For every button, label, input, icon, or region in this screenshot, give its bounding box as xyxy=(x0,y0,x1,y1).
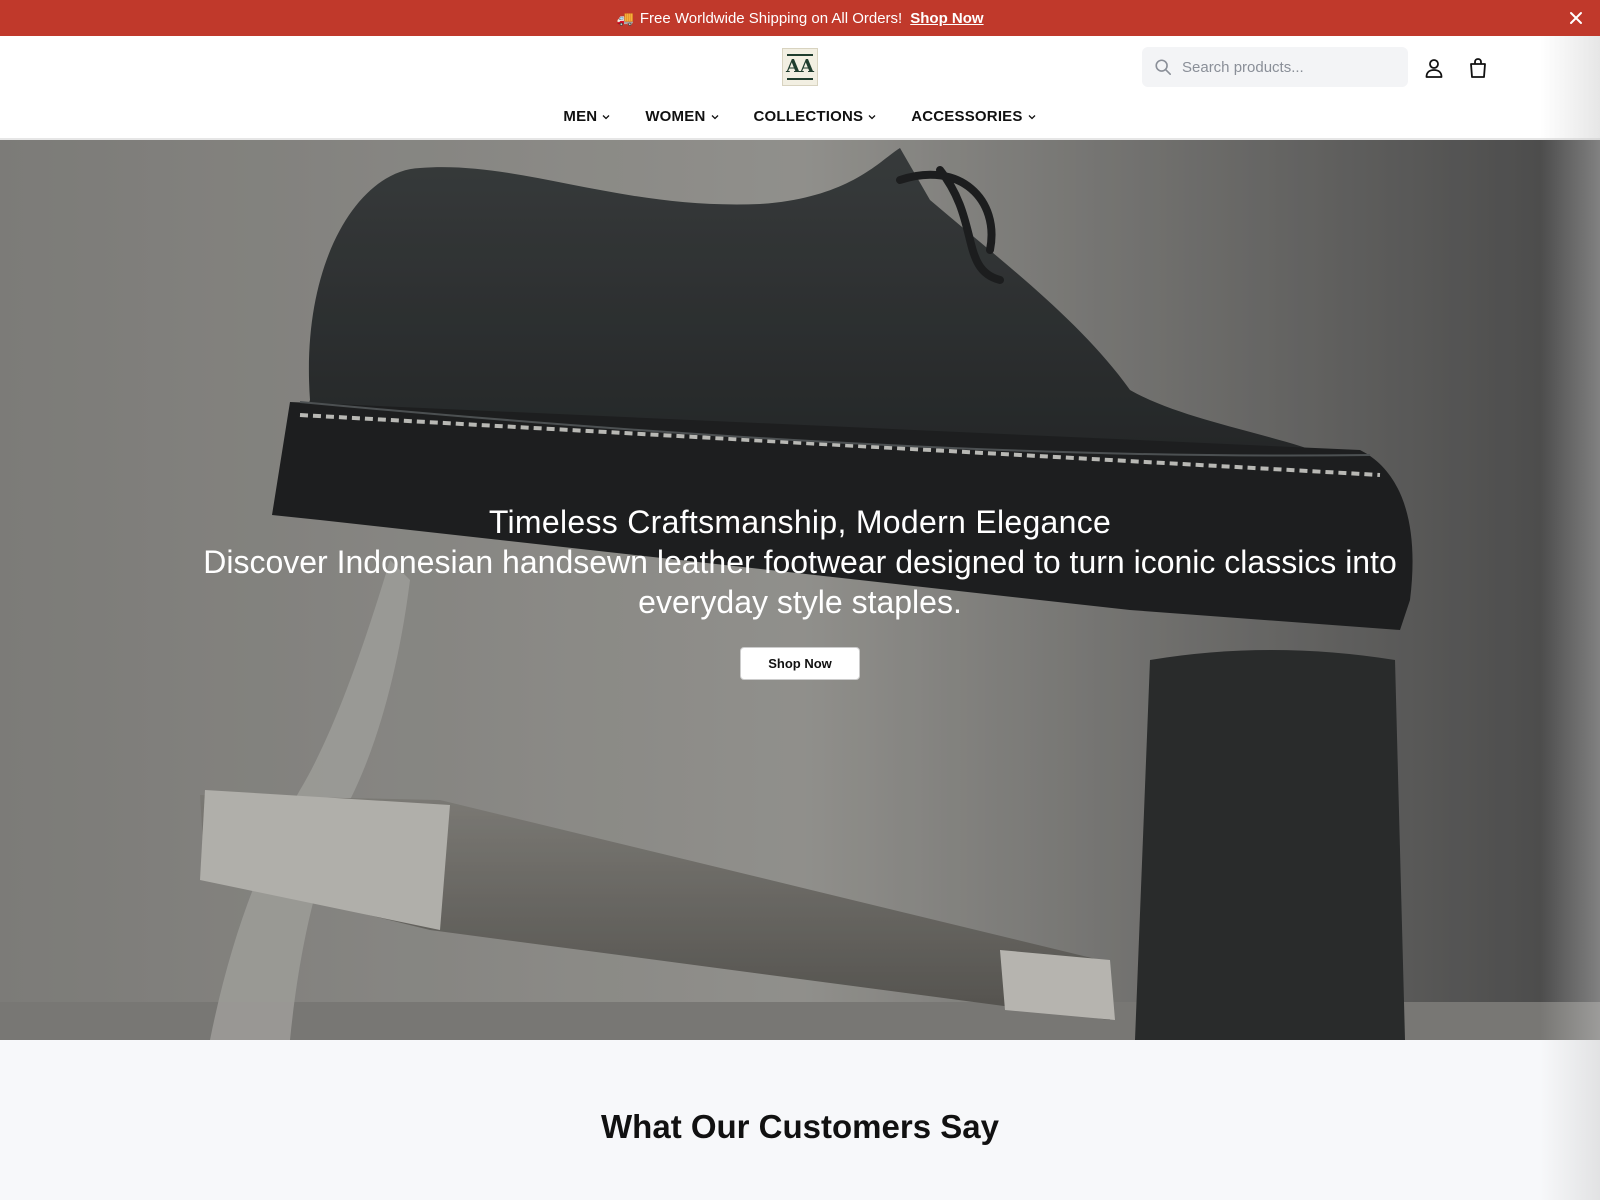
chevron-down-icon xyxy=(868,114,876,119)
main-navigation: MEN WOMEN COLLECTIONS ACCESSORIES xyxy=(0,108,1600,125)
logo-rule-bottom xyxy=(787,78,813,80)
hero-subtitle: Discover Indonesian handsewn leather foo… xyxy=(203,544,1397,620)
testimonials-heading: What Our Customers Say xyxy=(601,1108,999,1145)
hero-title: Timeless Craftsmanship, Modern Elegance xyxy=(488,504,1112,540)
announcement-text: Free Worldwide Shipping on All Orders! xyxy=(639,9,903,27)
search-bar[interactable] xyxy=(1142,47,1408,87)
nav-item-label: COLLECTIONS xyxy=(753,108,864,125)
testimonials-section: What Our Customers Say xyxy=(0,1040,1600,1200)
nav-item-men[interactable]: MEN xyxy=(563,108,611,125)
brand-logo[interactable]: AA xyxy=(782,48,818,86)
user-icon[interactable] xyxy=(1422,56,1446,80)
nav-item-women[interactable]: WOMEN xyxy=(645,108,719,125)
search-icon xyxy=(1155,59,1172,76)
hero-content: Timeless Craftsmanship, Modern Elegance … xyxy=(0,502,1600,622)
announcement-shop-now-link[interactable]: Shop Now xyxy=(910,10,983,27)
chevron-down-icon xyxy=(1028,114,1036,119)
search-input[interactable] xyxy=(1182,58,1382,76)
chevron-down-icon xyxy=(602,114,610,119)
announcement-bar: 🚚 Free Worldwide Shipping on All Orders!… xyxy=(0,0,1600,36)
chevron-down-icon xyxy=(711,114,718,119)
truck-icon: 🚚 xyxy=(616,9,634,26)
shopping-bag-icon[interactable] xyxy=(1466,56,1490,80)
hero-banner: Timeless Craftsmanship, Modern Elegance … xyxy=(0,140,1600,1040)
close-icon[interactable] xyxy=(1566,8,1586,28)
logo-mark: AA xyxy=(786,56,814,77)
nav-item-label: MEN xyxy=(563,108,598,125)
site-header: AA MEN WOMEN COLLECTIONS ACCESSORIES xyxy=(0,36,1600,140)
nav-item-collections[interactable]: COLLECTIONS xyxy=(754,108,878,125)
nav-item-accessories[interactable]: ACCESSORIES xyxy=(911,108,1036,125)
nav-item-label: ACCESSORIES xyxy=(911,108,1023,125)
hero-shop-now-button[interactable]: Shop Now xyxy=(740,647,860,680)
nav-item-label: WOMEN xyxy=(645,108,706,125)
